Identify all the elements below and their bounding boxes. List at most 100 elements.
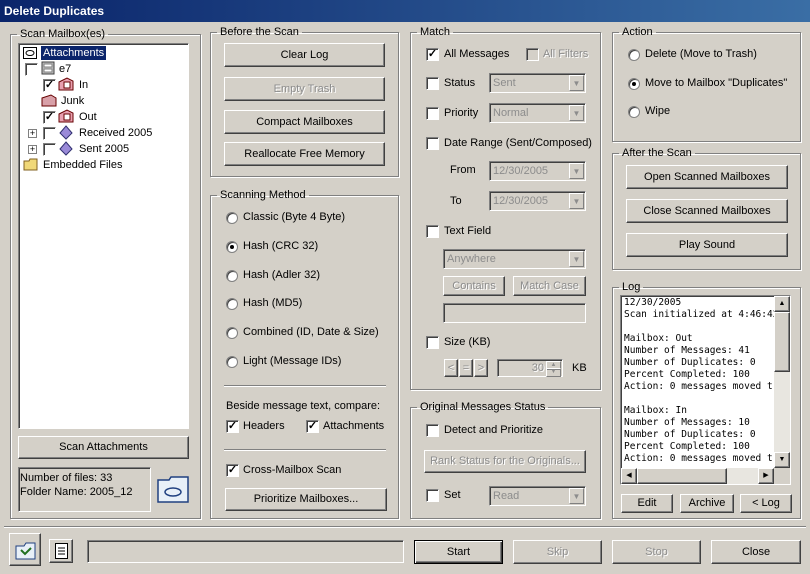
prioritize-mailboxes-button[interactable]: Prioritize Mailboxes... <box>225 488 387 511</box>
chevron-down-icon: ▼ <box>569 75 584 91</box>
action-radio[interactable] <box>628 49 640 61</box>
status-select-value: Sent <box>493 77 516 89</box>
skip-button[interactable]: Skip <box>513 540 602 564</box>
folder-icon <box>23 158 39 174</box>
expand-sent-icon[interactable]: + <box>28 145 37 154</box>
open-folder-icon[interactable] <box>157 474 190 507</box>
text-location-select[interactable]: Anywhere ▼ <box>443 249 586 269</box>
tree-item-e7[interactable]: e7 <box>59 62 71 76</box>
set-checkbox[interactable] <box>426 489 439 502</box>
scroll-down-icon[interactable]: ▼ <box>774 452 790 468</box>
mailbox-options-button[interactable] <box>9 533 41 566</box>
scroll-up-icon[interactable]: ▲ <box>774 296 790 312</box>
headers-checkbox[interactable]: ✓ <box>226 420 239 433</box>
start-button[interactable]: Start <box>414 540 503 564</box>
status-checkbox[interactable] <box>426 77 439 90</box>
vertical-scrollbar[interactable]: ▲ ▼ <box>774 296 790 468</box>
report-button[interactable] <box>49 539 73 563</box>
less-than-icon[interactable]: < <box>444 359 458 377</box>
detect-prioritize-checkbox[interactable] <box>426 424 439 437</box>
log-line: Action: 0 messages moved t <box>624 453 773 464</box>
play-sound-button[interactable]: Play Sound <box>626 233 788 257</box>
text-field-input[interactable] <box>443 303 586 323</box>
reallocate-memory-button[interactable]: Reallocate Free Memory <box>224 142 385 166</box>
scan-method-radio[interactable] <box>226 298 238 310</box>
set-status-select[interactable]: Read ▼ <box>489 486 586 506</box>
tree-item-attachments[interactable]: Attachments <box>41 46 107 60</box>
action-radio[interactable] <box>628 106 640 118</box>
equals-icon[interactable]: = <box>459 359 473 377</box>
open-scanned-mailboxes-button[interactable]: Open Scanned Mailboxes <box>626 165 788 189</box>
after-scan-legend: After the Scan <box>622 147 692 159</box>
tree-check-received[interactable] <box>43 127 56 140</box>
text-field-label: Text Field <box>444 225 492 237</box>
greater-than-icon[interactable]: > <box>474 359 488 377</box>
log-line: Mailbox: Out <box>624 333 693 344</box>
match-case-button[interactable]: Match Case <box>513 276 586 296</box>
text-field-checkbox[interactable] <box>426 225 439 238</box>
scan-method-radio[interactable] <box>226 241 238 253</box>
to-date-value: 12/30/2005 <box>493 195 549 207</box>
kb-label: KB <box>572 362 587 374</box>
date-range-checkbox[interactable] <box>426 137 439 150</box>
arrow-down-icon[interactable]: ▼ <box>546 368 561 377</box>
scan-method-radio[interactable] <box>226 356 238 368</box>
all-messages-checkbox[interactable]: ✓ <box>426 48 439 61</box>
tree-item-received-2005[interactable]: Received 2005 <box>79 126 152 140</box>
clear-log-button[interactable]: Clear Log <box>224 43 385 67</box>
expand-received-icon[interactable]: + <box>28 129 37 138</box>
tree-check-sent[interactable] <box>43 143 56 156</box>
close-scanned-mailboxes-button[interactable]: Close Scanned Mailboxes <box>626 199 788 223</box>
all-filters-checkbox[interactable] <box>526 48 539 61</box>
log-textarea[interactable]: 12/30/2005 Scan initialized at 4:46:42 P … <box>620 295 791 485</box>
attachments-checkbox[interactable]: ✓ <box>306 420 319 433</box>
to-date-picker[interactable]: 12/30/2005 ▼ <box>489 191 586 211</box>
match-legend: Match <box>420 26 450 38</box>
size-checkbox[interactable] <box>426 336 439 349</box>
cross-mailbox-checkbox[interactable]: ✓ <box>226 464 239 477</box>
before-scan-legend: Before the Scan <box>220 26 299 38</box>
stop-button[interactable]: Stop <box>612 540 701 564</box>
scan-method-radio[interactable] <box>226 327 238 339</box>
scroll-thumb-horizontal[interactable] <box>637 468 727 484</box>
from-date-value: 12/30/2005 <box>493 165 549 177</box>
previous-log-button[interactable]: < Log <box>740 494 792 513</box>
tree-item-in[interactable]: In <box>79 78 88 92</box>
empty-trash-button[interactable]: Empty Trash <box>224 77 385 101</box>
separator <box>224 385 386 387</box>
size-operator-buttons[interactable]: < = > <box>444 359 489 377</box>
size-stepper[interactable]: 30 ▲ ▼ <box>497 359 563 377</box>
action-radio[interactable] <box>628 78 640 90</box>
tree-item-junk[interactable]: Junk <box>61 94 84 108</box>
log-content: 12/30/2005 Scan initialized at 4:46:42 P … <box>624 297 774 465</box>
tree-item-out[interactable]: Out <box>79 110 97 124</box>
priority-select[interactable]: Normal ▼ <box>489 103 586 123</box>
mailbox-tree[interactable]: Attachments e7 ✓ In Junk ✓ Out + Receive… <box>18 43 189 429</box>
chevron-down-icon: ▼ <box>569 488 584 504</box>
scroll-left-icon[interactable]: ◀ <box>621 468 637 484</box>
scan-method-label: Hash (MD5) <box>243 297 303 309</box>
priority-checkbox[interactable] <box>426 107 439 120</box>
rank-status-button[interactable]: Rank Status for the Originals... <box>424 450 586 473</box>
close-button[interactable]: Close <box>711 540 801 564</box>
from-date-picker[interactable]: 12/30/2005 ▼ <box>489 161 586 181</box>
status-select[interactable]: Sent ▼ <box>489 73 586 93</box>
tree-check-e7[interactable] <box>25 63 38 76</box>
scroll-thumb[interactable] <box>774 312 790 372</box>
tree-check-out[interactable]: ✓ <box>43 111 56 124</box>
contains-button[interactable]: Contains <box>443 276 505 296</box>
log-archive-button[interactable]: Archive <box>680 494 734 513</box>
scan-method-radio[interactable] <box>226 270 238 282</box>
horizontal-scrollbar[interactable]: ◀ ▶ <box>621 468 774 484</box>
tree-check-in[interactable]: ✓ <box>43 79 56 92</box>
action-label: Move to Mailbox "Duplicates" <box>645 77 788 89</box>
log-line: Number of Messages: 10 <box>624 417 750 428</box>
compact-mailboxes-button[interactable]: Compact Mailboxes <box>224 110 385 134</box>
scan-attachments-button[interactable]: Scan Attachments <box>18 436 189 459</box>
scroll-right-icon[interactable]: ▶ <box>758 468 774 484</box>
tree-item-sent-2005[interactable]: Sent 2005 <box>79 142 129 156</box>
scan-method-radio[interactable] <box>226 212 238 224</box>
size-label: Size (KB) <box>444 336 491 348</box>
tree-item-embedded-files[interactable]: Embedded Files <box>43 158 123 172</box>
log-edit-button[interactable]: Edit <box>621 494 673 513</box>
